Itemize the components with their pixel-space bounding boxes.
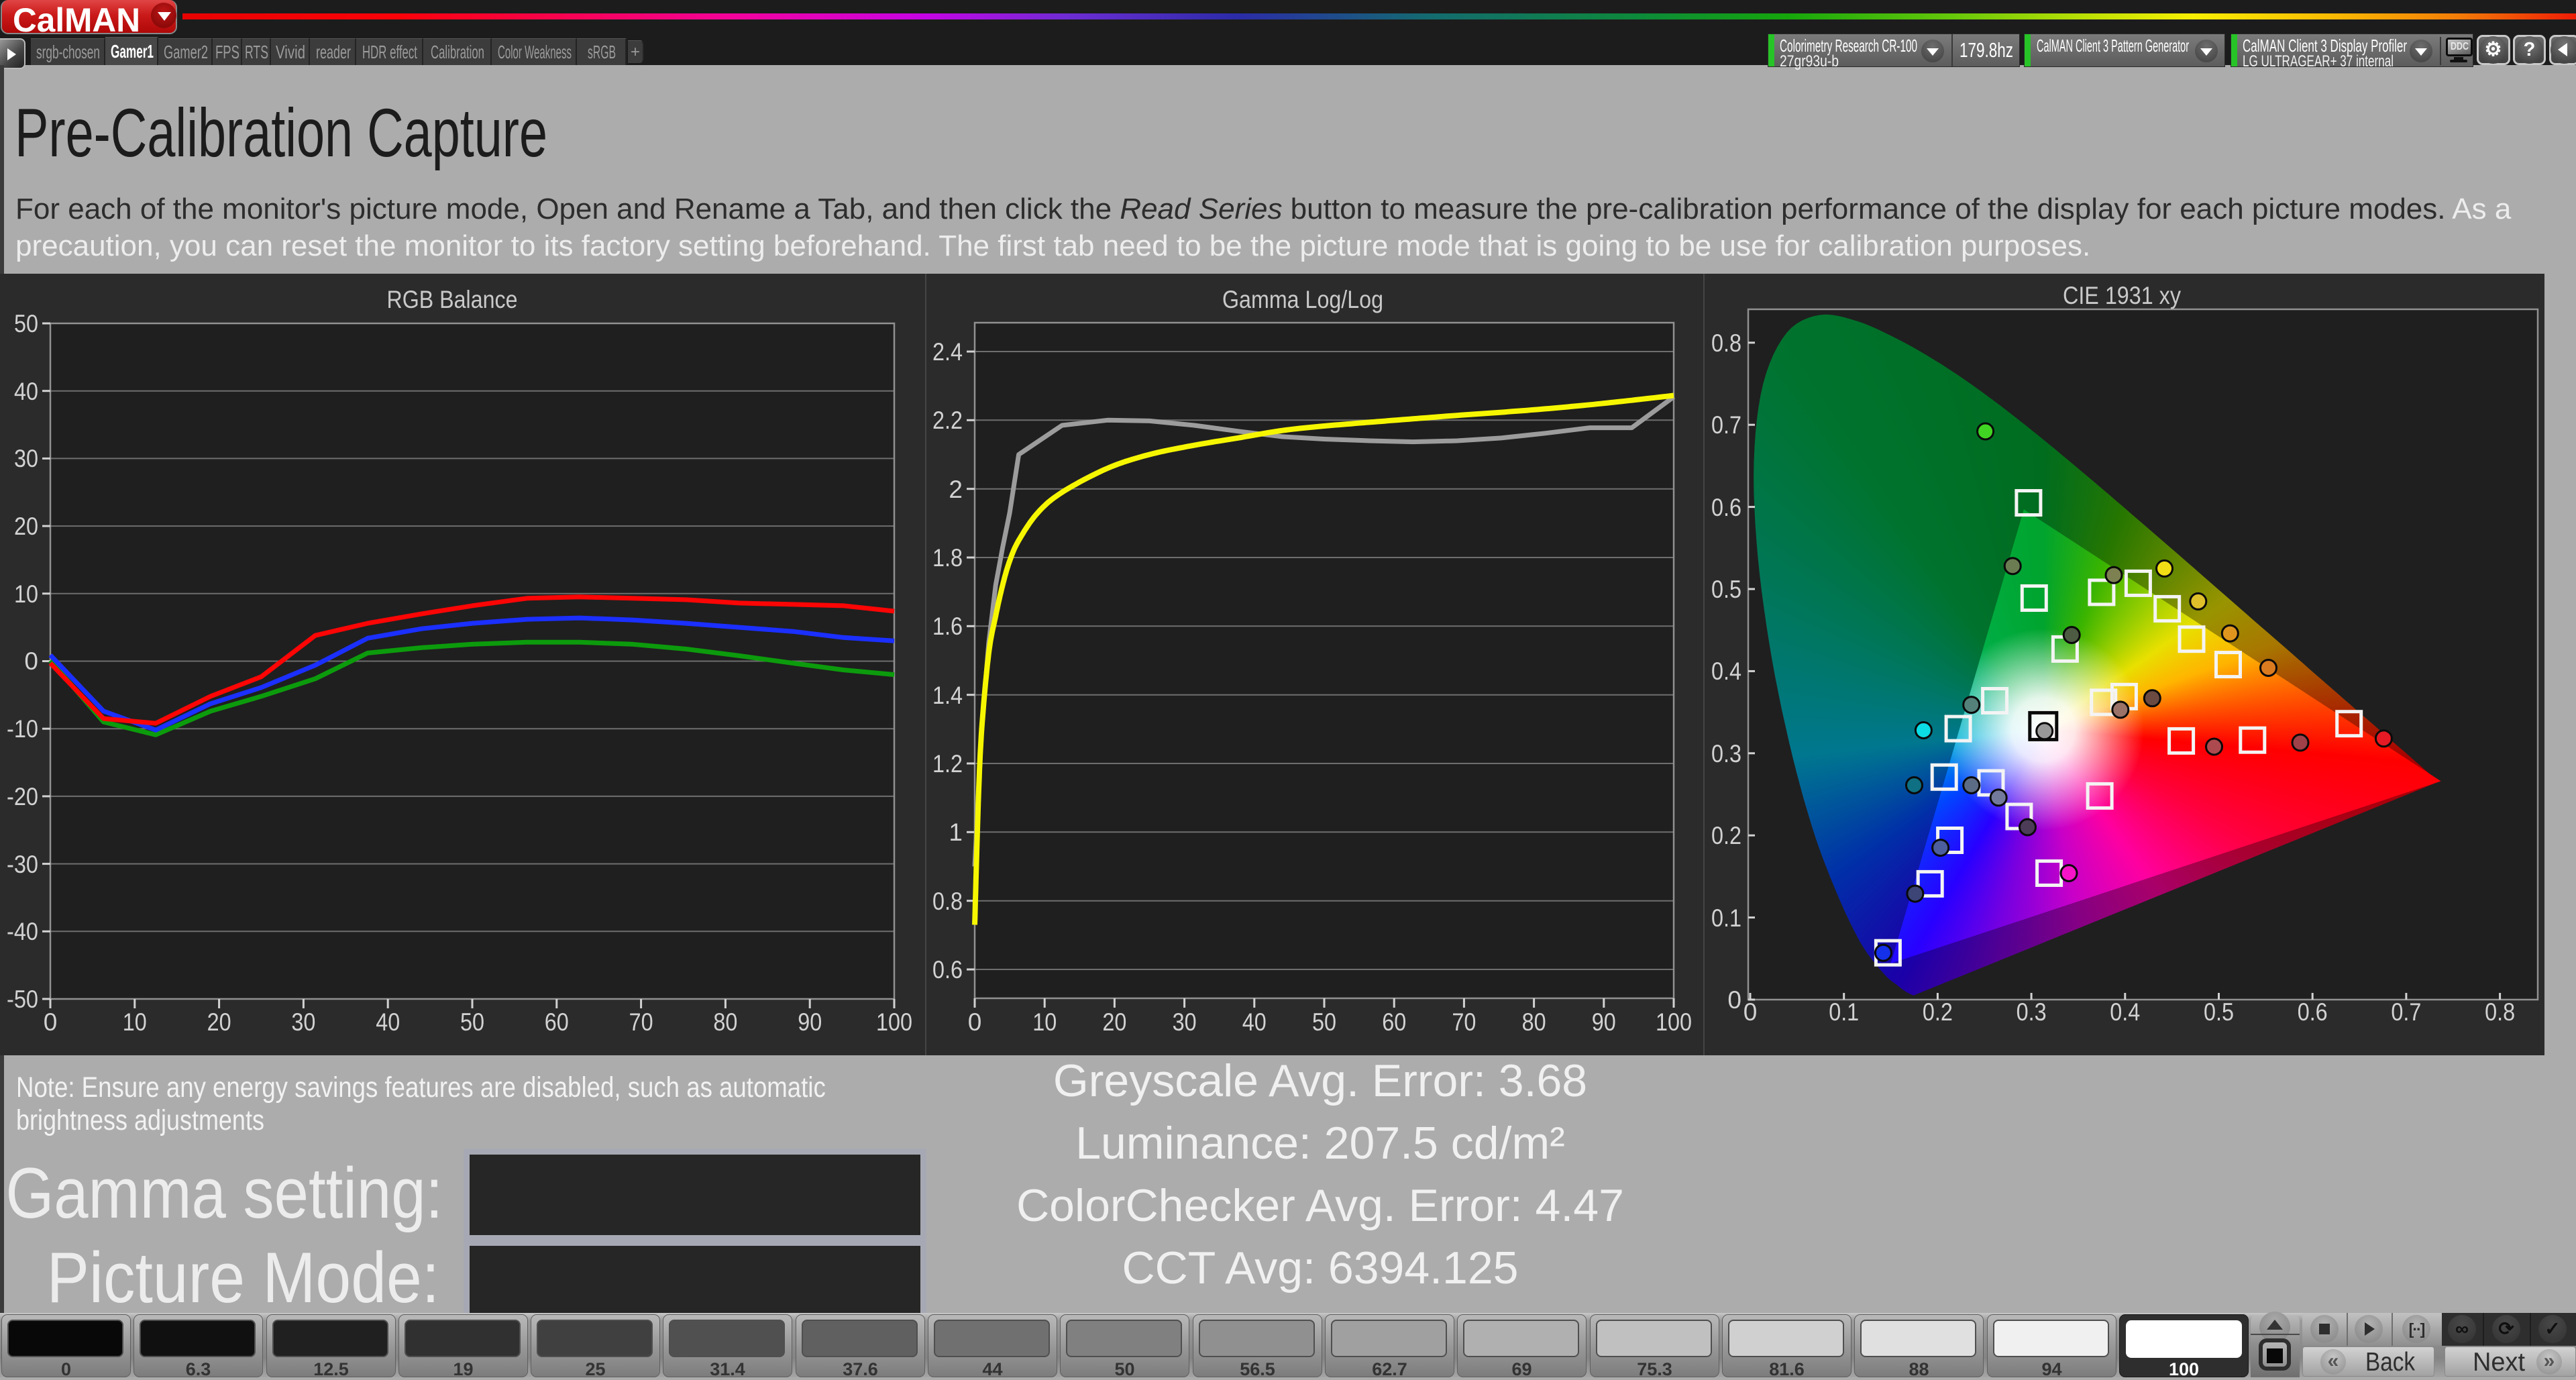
- svg-text:0.6: 0.6: [932, 956, 963, 984]
- svg-text:80: 80: [1522, 1008, 1546, 1036]
- svg-text:0.3: 0.3: [2017, 998, 2047, 1026]
- svg-text:60: 60: [545, 1008, 569, 1036]
- svg-text:0.2: 0.2: [1711, 822, 1741, 849]
- svg-text:0.3: 0.3: [1711, 740, 1741, 767]
- svg-text:0.8: 0.8: [2485, 998, 2515, 1026]
- svg-text:10: 10: [14, 580, 38, 608]
- svg-text:0: 0: [24, 647, 38, 675]
- svg-text:1.6: 1.6: [932, 613, 963, 640]
- svg-text:-20: -20: [7, 783, 38, 810]
- svg-text:0.1: 0.1: [1829, 998, 1859, 1026]
- svg-text:1: 1: [949, 818, 963, 846]
- svg-text:50: 50: [460, 1008, 484, 1036]
- svg-text:80: 80: [713, 1008, 737, 1036]
- svg-text:0: 0: [968, 1008, 982, 1036]
- svg-text:0.8: 0.8: [932, 888, 963, 915]
- svg-text:Gamma Log/Log: Gamma Log/Log: [1222, 286, 1383, 313]
- svg-text:40: 40: [14, 378, 38, 405]
- svg-text:0.1: 0.1: [1711, 904, 1741, 932]
- svg-text:90: 90: [1592, 1008, 1616, 1036]
- svg-text:0.4: 0.4: [2110, 998, 2140, 1026]
- svg-text:0.5: 0.5: [1711, 576, 1741, 603]
- svg-text:0: 0: [44, 1008, 58, 1036]
- svg-text:30: 30: [291, 1008, 315, 1036]
- svg-text:20: 20: [14, 513, 38, 540]
- svg-text:20: 20: [1102, 1008, 1126, 1036]
- svg-text:0.6: 0.6: [2298, 998, 2328, 1026]
- svg-text:-10: -10: [7, 715, 38, 743]
- svg-text:2.2: 2.2: [932, 407, 963, 434]
- svg-text:0: 0: [1743, 998, 1758, 1026]
- svg-text:70: 70: [1452, 1008, 1476, 1036]
- svg-text:-50: -50: [7, 986, 38, 1013]
- svg-text:CIE 1931 xy: CIE 1931 xy: [2063, 282, 2181, 309]
- svg-text:0.6: 0.6: [1711, 494, 1741, 521]
- svg-text:10: 10: [1032, 1008, 1057, 1036]
- svg-text:-40: -40: [7, 918, 38, 945]
- svg-text:0.2: 0.2: [1923, 998, 1953, 1026]
- svg-text:RGB Balance: RGB Balance: [387, 286, 518, 313]
- svg-text:10: 10: [123, 1008, 147, 1036]
- svg-text:90: 90: [798, 1008, 822, 1036]
- svg-text:0: 0: [1727, 986, 1741, 1014]
- svg-text:20: 20: [207, 1008, 231, 1036]
- svg-text:0.5: 0.5: [2204, 998, 2234, 1026]
- svg-text:60: 60: [1382, 1008, 1406, 1036]
- svg-text:1.8: 1.8: [932, 544, 963, 572]
- svg-text:40: 40: [376, 1008, 400, 1036]
- svg-text:1.2: 1.2: [932, 750, 963, 778]
- svg-text:100: 100: [876, 1008, 912, 1036]
- svg-text:30: 30: [1173, 1008, 1197, 1036]
- svg-text:100: 100: [1656, 1008, 1692, 1036]
- svg-text:30: 30: [14, 445, 38, 472]
- svg-text:50: 50: [14, 310, 38, 337]
- svg-text:2: 2: [949, 476, 963, 503]
- svg-text:-30: -30: [7, 851, 38, 878]
- svg-text:0.4: 0.4: [1711, 657, 1741, 685]
- svg-text:40: 40: [1242, 1008, 1267, 1036]
- svg-text:2.4: 2.4: [932, 338, 963, 366]
- svg-text:70: 70: [629, 1008, 653, 1036]
- svg-text:0.7: 0.7: [2391, 998, 2421, 1026]
- svg-text:0.8: 0.8: [1711, 329, 1741, 357]
- svg-text:50: 50: [1312, 1008, 1336, 1036]
- svg-text:0.7: 0.7: [1711, 411, 1741, 439]
- svg-text:1.4: 1.4: [932, 682, 963, 709]
